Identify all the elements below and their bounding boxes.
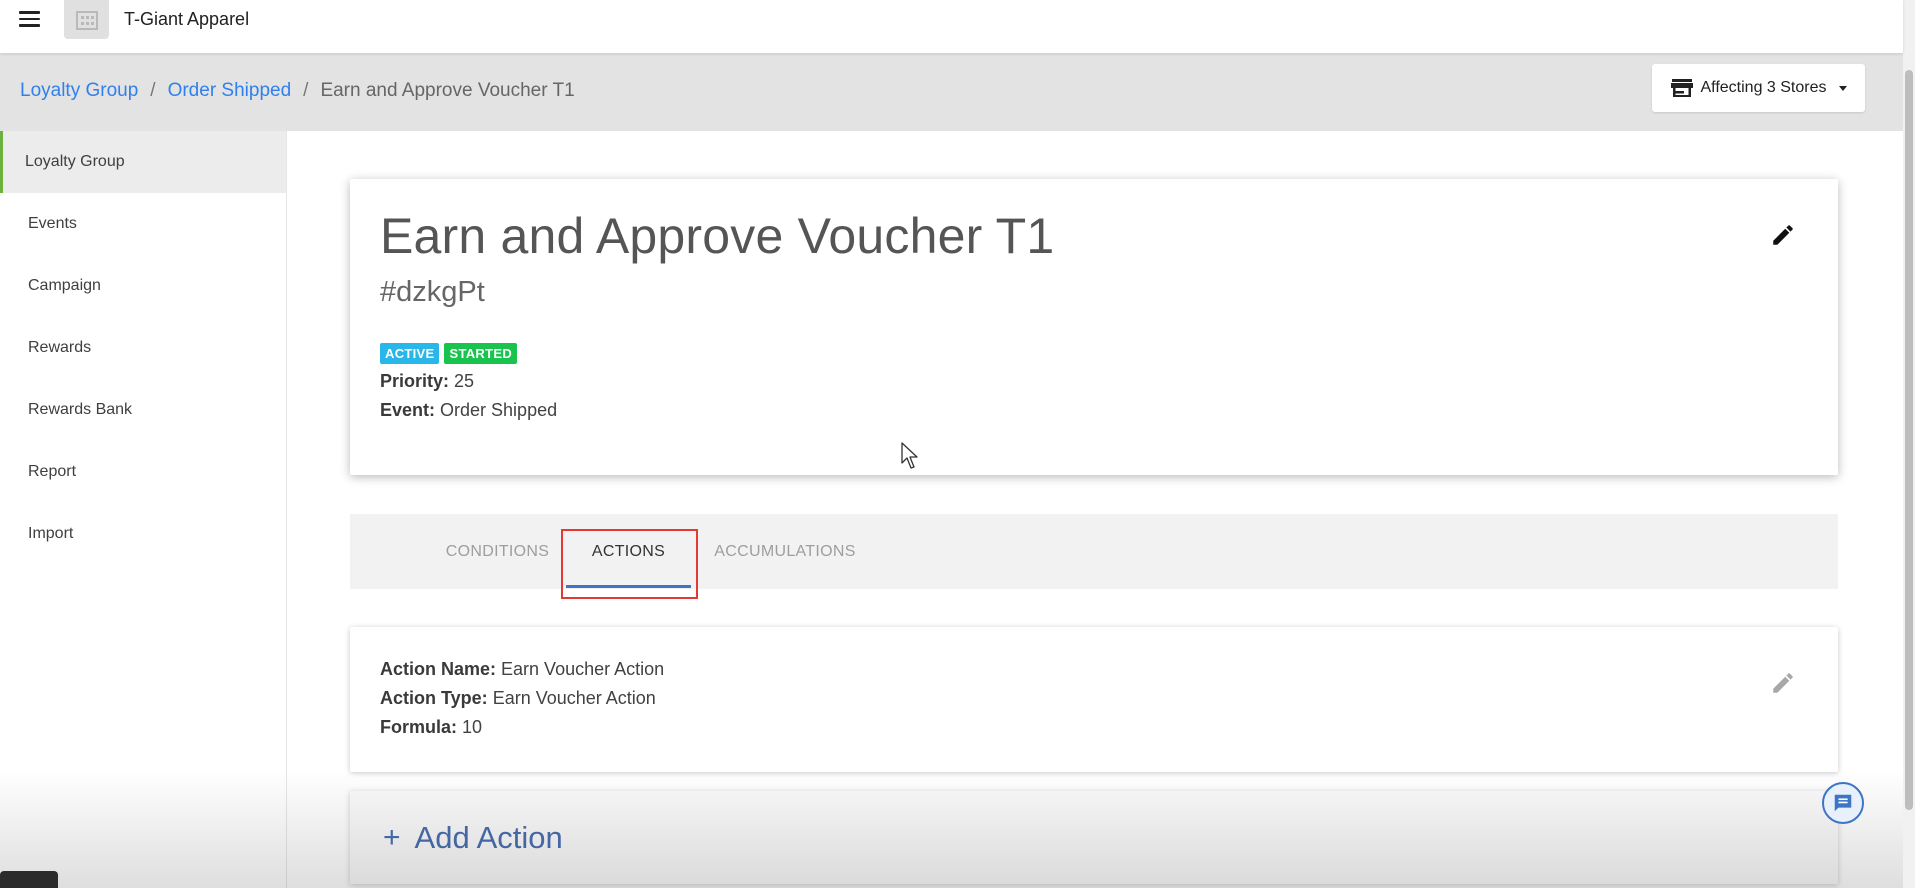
storefront-icon	[1670, 79, 1693, 97]
edit-rule-pencil-icon[interactable]	[1770, 222, 1796, 248]
rule-title: Earn and Approve Voucher T1	[380, 208, 1055, 264]
rule-detail-card: Earn and Approve Voucher T1 #dzkgPt ACTI…	[350, 179, 1838, 475]
action-name-label: Action Name:	[380, 659, 497, 679]
event-line: Event: Order Shipped	[380, 400, 557, 421]
rule-tabs: CONDITIONS ACTIONS ACCUMULATIONS	[350, 514, 1838, 589]
bottom-left-chip	[0, 871, 58, 888]
rule-code: #dzkgPt	[380, 276, 485, 308]
sidebar-item-rewards[interactable]: Rewards	[0, 317, 286, 379]
sidebar-item-rewards-bank[interactable]: Rewards Bank	[0, 379, 286, 441]
store-logo	[64, 0, 109, 39]
action-name-line: Action Name: Earn Voucher Action	[380, 659, 664, 680]
app-title: T-Giant Apparel	[124, 9, 250, 29]
formula-value: 10	[462, 717, 483, 737]
active-tab-indicator	[566, 585, 691, 588]
action-type-line: Action Type: Earn Voucher Action	[380, 688, 656, 709]
status-badge-active: ACTIVE	[380, 343, 440, 364]
action-card: Action Name: Earn Voucher Action Action …	[350, 627, 1838, 772]
status-badge-started: STARTED	[444, 343, 518, 364]
edit-action-pencil-icon[interactable]	[1770, 670, 1796, 696]
action-type-label: Action Type:	[380, 688, 488, 708]
breadcrumb-link-order-shipped[interactable]: Order Shipped	[168, 80, 292, 102]
caret-down-icon	[1838, 85, 1847, 91]
breadcrumb-separator: /	[303, 80, 309, 101]
chat-button[interactable]	[1822, 782, 1864, 824]
sidebar-item-campaign[interactable]: Campaign	[0, 255, 286, 317]
priority-label: Priority:	[380, 371, 450, 391]
add-action-label: Add Action	[414, 819, 563, 855]
breadcrumb-separator: /	[150, 80, 156, 101]
sidebar-item-import[interactable]: Import	[0, 503, 286, 565]
tab-conditions[interactable]: CONDITIONS	[430, 514, 565, 589]
sidebar-item-events[interactable]: Events	[0, 193, 286, 255]
breadcrumb: Loyalty Group / Order Shipped / Earn and…	[20, 80, 575, 102]
sidebar-item-report[interactable]: Report	[0, 441, 286, 503]
scrollbar-thumb[interactable]	[1905, 70, 1913, 810]
building-icon	[75, 10, 98, 30]
formula-label: Formula:	[380, 717, 458, 737]
event-value: Order Shipped	[440, 400, 558, 420]
affecting-stores-dropdown[interactable]: Affecting 3 Stores	[1652, 64, 1865, 112]
formula-line: Formula: 10	[380, 717, 482, 738]
breadcrumb-current: Earn and Approve Voucher T1	[320, 80, 575, 101]
affecting-stores-label: Affecting 3 Stores	[1700, 79, 1827, 96]
breadcrumb-link-loyalty-group[interactable]: Loyalty Group	[20, 80, 138, 102]
priority-value: 25	[454, 371, 475, 391]
status-badges: ACTIVE STARTED	[380, 343, 518, 364]
tab-actions[interactable]: ACTIONS	[566, 514, 691, 589]
sidebar-item-loyalty-group[interactable]: Loyalty Group	[0, 131, 286, 193]
hamburger-menu-icon[interactable]	[19, 8, 43, 30]
priority-line: Priority: 25	[380, 371, 474, 392]
tab-accumulations[interactable]: ACCUMULATIONS	[700, 514, 870, 589]
action-name-value: Earn Voucher Action	[501, 659, 665, 679]
plus-icon: +	[383, 820, 401, 854]
page-scrollbar[interactable]	[1903, 0, 1915, 888]
top-app-bar: T-Giant Apparel	[0, 0, 1903, 53]
action-type-value: Earn Voucher Action	[492, 688, 656, 708]
add-action-button[interactable]: + Add Action	[350, 791, 1838, 884]
event-label: Event:	[380, 400, 436, 420]
breadcrumb-bar: Loyalty Group / Order Shipped / Earn and…	[0, 53, 1903, 131]
chat-bubble-icon	[1834, 794, 1852, 812]
sidebar: Loyalty Group Events Campaign Rewards Re…	[0, 131, 287, 888]
